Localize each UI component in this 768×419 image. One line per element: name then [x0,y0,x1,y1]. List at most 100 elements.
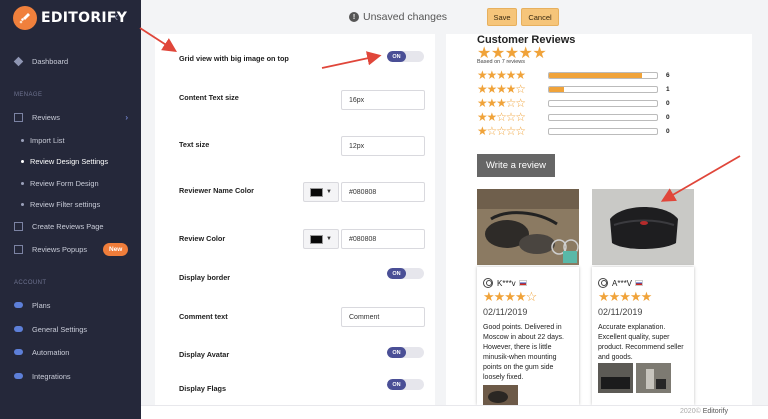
review-date: 02/11/2019 [598,307,643,317]
color-swatch [310,187,323,197]
sidebar-item-label: Import List [30,135,65,145]
row-count: 6 [666,71,670,79]
sidebar-item-integrations[interactable]: Integrations [0,367,141,385]
sidebar-item-general-settings[interactable]: General Settings [0,320,141,338]
russia-flag-icon [635,280,644,286]
reviewer-name-color-input[interactable]: #080808 [341,182,425,202]
review-photo[interactable] [477,189,579,265]
review-color-label: Review Color [179,234,226,243]
review-thumbnail[interactable] [636,363,671,393]
sidebar-item-review-design-settings[interactable]: Review Design Settings [0,152,141,170]
popup-icon [14,244,23,254]
save-button[interactable]: Save [487,8,517,26]
sidebar-item-label: Review Design Settings [30,156,109,166]
sidebar-item-import-list[interactable]: Import List [0,131,141,149]
section-label-menage: MENAGE [14,92,43,98]
display-flags-label: Display Flags [179,384,227,393]
review-card[interactable]: K***v ★★★★☆ 02/11/2019 Good points. Deli… [477,267,579,405]
avatar-icon [483,278,493,288]
sidebar-item-label: Dashboard [32,56,69,66]
display-avatar-toggle[interactable]: ON [387,347,424,358]
dashboard-icon [13,56,24,66]
sidebar-item-label: Reviews [32,112,60,122]
row-count: 0 [666,127,670,135]
histogram-bar [548,85,658,93]
chevron-right-icon: › [125,112,128,122]
color-swatch [310,234,323,244]
histogram-bar [548,127,658,135]
sidebar: EDITORIFY ‹ Dashboard MENAGE Reviews › I… [0,0,141,419]
review-date: 02/11/2019 [483,307,528,317]
footer-credit: 2020© Editorify [680,408,728,415]
sidebar-item-dashboard[interactable]: Dashboard [0,52,141,70]
settings-icon [14,326,23,332]
info-icon: ! [349,12,359,22]
sidebar-item-review-form-design[interactable]: Review Form Design [0,174,141,192]
display-flags-toggle[interactable]: ON [387,379,424,390]
review-color-picker[interactable]: ▼ [303,229,339,249]
text-size-label: Text size [179,140,210,149]
section-label-account: ACCOUNT [14,280,47,286]
avatar-icon [598,278,608,288]
sidebar-item-label: General Settings [32,324,88,334]
cancel-button[interactable]: Cancel [521,8,559,26]
histogram-row[interactable]: ★☆☆☆☆ 0 [477,125,677,137]
comment-text-input[interactable]: Comment [341,307,425,327]
row-stars: ★★★★★ [477,68,526,82]
display-border-label: Display border [179,273,231,282]
review-color-input[interactable]: #080808 [341,229,425,249]
grid-view-toggle[interactable]: ON [387,51,424,62]
bullet-icon [21,138,24,142]
toggle-on-label: ON [387,268,406,279]
histogram-bar-fill [549,86,565,92]
sidebar-item-reviews[interactable]: Reviews › [0,108,141,126]
review-text: Good points. Delivered in Moscow in abou… [483,324,564,381]
sidebar-item-plans[interactable]: Plans [0,296,141,314]
reviewer-name-color-label: Reviewer Name Color [179,186,255,195]
histogram-row[interactable]: ★★★★★ 6 [477,69,677,81]
automation-icon [14,349,23,355]
content-text-size-input[interactable]: 16px [341,90,425,110]
sidebar-item-label: Reviews Popups [32,244,88,254]
based-on-count: Based on 7 reviews [477,59,525,65]
display-border-toggle[interactable]: ON [387,268,424,279]
toggle-on-label: ON [387,51,406,62]
text-size-input[interactable]: 12px [341,136,425,156]
review-card[interactable]: A***V ★★★★★ 02/11/2019 Accurate explanat… [592,267,694,405]
sidebar-item-label: Integrations [32,371,71,381]
histogram-row[interactable]: ★★★☆☆ 0 [477,97,677,109]
histogram-row[interactable]: ★★★★☆ 1 [477,83,677,95]
review-thumbnail[interactable] [598,363,633,393]
histogram-bar-fill [549,72,642,78]
review-widget-preview: Customer Reviews ★★★★★ Based on 7 review… [446,34,752,405]
histogram-bar [548,113,658,121]
reviews-icon [14,112,23,122]
row-count: 0 [666,99,670,107]
collapse-sidebar-icon[interactable]: ‹ [114,9,118,24]
row-count: 1 [666,85,670,93]
toggle-on-label: ON [387,347,406,358]
row-stars: ★★★☆☆ [477,96,526,110]
sidebar-item-label: Review Form Design [30,178,99,188]
sidebar-item-label: Plans [32,300,51,310]
footer-year: 2020© [680,408,701,415]
integrations-icon [14,373,23,379]
review-photo[interactable] [592,189,694,265]
display-avatar-label: Display Avatar [179,350,230,359]
sidebar-item-create-reviews-page[interactable]: Create Reviews Page [0,217,141,235]
unsaved-changes-label: Unsaved changes [363,11,448,23]
write-review-button[interactable]: Write a review [477,154,555,177]
review-stars: ★★★★☆ [483,289,537,304]
histogram-row[interactable]: ★★☆☆☆ 0 [477,111,677,123]
bullet-icon [21,159,24,163]
reviewer: A***V [598,278,644,288]
sidebar-item-review-filter-settings[interactable]: Review Filter settings [0,195,141,213]
review-text: Accurate explanation. Excellent quality,… [598,324,684,361]
sidebar-item-automation[interactable]: Automation [0,343,141,361]
histogram-bar [548,71,658,79]
sidebar-item-label: Automation [32,347,70,357]
reviewer-name-color-picker[interactable]: ▼ [303,182,339,202]
row-stars: ★☆☆☆☆ [477,124,526,138]
brand-logo[interactable]: EDITORIFY [13,6,127,30]
row-count: 0 [666,113,670,121]
